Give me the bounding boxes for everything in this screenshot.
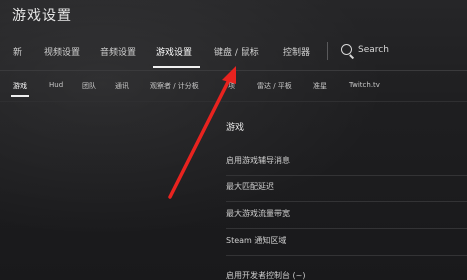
tab-controller[interactable]: 控制器 <box>283 45 310 58</box>
subtab-team[interactable]: 团队 <box>82 81 96 91</box>
setting-row[interactable]: 启用游戏辅导消息 <box>226 150 467 176</box>
nav-divider <box>0 70 467 71</box>
sub-nav: 游戏 Hud 团队 通讯 观察者 / 计分板 项 雷达 / 平板 准星 Twit… <box>0 76 467 100</box>
subtab-hud[interactable]: Hud <box>49 81 63 89</box>
active-subtab-indicator <box>11 95 29 97</box>
page-title: 游戏设置 <box>12 8 72 24</box>
setting-label: 最大游戏流量带宽 <box>226 209 290 218</box>
nav-separator <box>327 42 328 60</box>
setting-row[interactable]: 最大游戏流量带宽 <box>226 203 467 229</box>
subtab-communication[interactable]: 通讯 <box>115 81 129 91</box>
top-nav: 新 视频设置 音频设置 游戏设置 键盘 / 鼠标 控制器 Search <box>0 36 467 68</box>
subnav-divider <box>0 101 467 102</box>
setting-label: Steam 通知区域 <box>226 236 287 245</box>
row-divider <box>226 255 467 256</box>
subtab-crosshair[interactable]: 准星 <box>313 81 327 91</box>
section-title: 游戏 <box>226 123 245 133</box>
row-divider <box>226 201 467 202</box>
setting-row[interactable]: Steam 通知区域 <box>226 230 467 256</box>
tab-new[interactable]: 新 <box>13 45 22 58</box>
setting-row[interactable]: 最大匹配延迟 <box>226 176 467 202</box>
tab-video-settings[interactable]: 视频设置 <box>44 45 80 58</box>
subtab-spectator-scoreboard[interactable]: 观察者 / 计分板 <box>150 81 199 91</box>
setting-label: 最大匹配延迟 <box>226 182 274 191</box>
search-icon[interactable] <box>341 44 352 55</box>
active-tab-indicator <box>153 66 200 68</box>
subtab-radar-tablet[interactable]: 雷达 / 平板 <box>257 81 292 91</box>
tab-keyboard-mouse[interactable]: 键盘 / 鼠标 <box>214 45 259 58</box>
setting-row[interactable]: 启用开发者控制台 (~) <box>226 265 467 280</box>
settings-screen: 游戏设置 新 视频设置 音频设置 游戏设置 键盘 / 鼠标 控制器 Search… <box>0 0 467 280</box>
tab-audio-settings[interactable]: 音频设置 <box>100 45 136 58</box>
search-label[interactable]: Search <box>358 45 389 55</box>
row-divider <box>226 228 467 229</box>
setting-label: 启用开发者控制台 (~) <box>226 271 306 280</box>
settings-panel: 游戏 启用游戏辅导消息 最大匹配延迟 最大游戏流量带宽 Steam 通知区域 启… <box>212 108 467 280</box>
tab-game-settings[interactable]: 游戏设置 <box>156 45 192 58</box>
setting-label: 启用游戏辅导消息 <box>226 156 290 165</box>
subtab-game[interactable]: 游戏 <box>13 81 27 91</box>
subtab-item[interactable]: 项 <box>228 81 235 91</box>
subtab-twitch[interactable]: Twitch.tv <box>349 81 380 89</box>
